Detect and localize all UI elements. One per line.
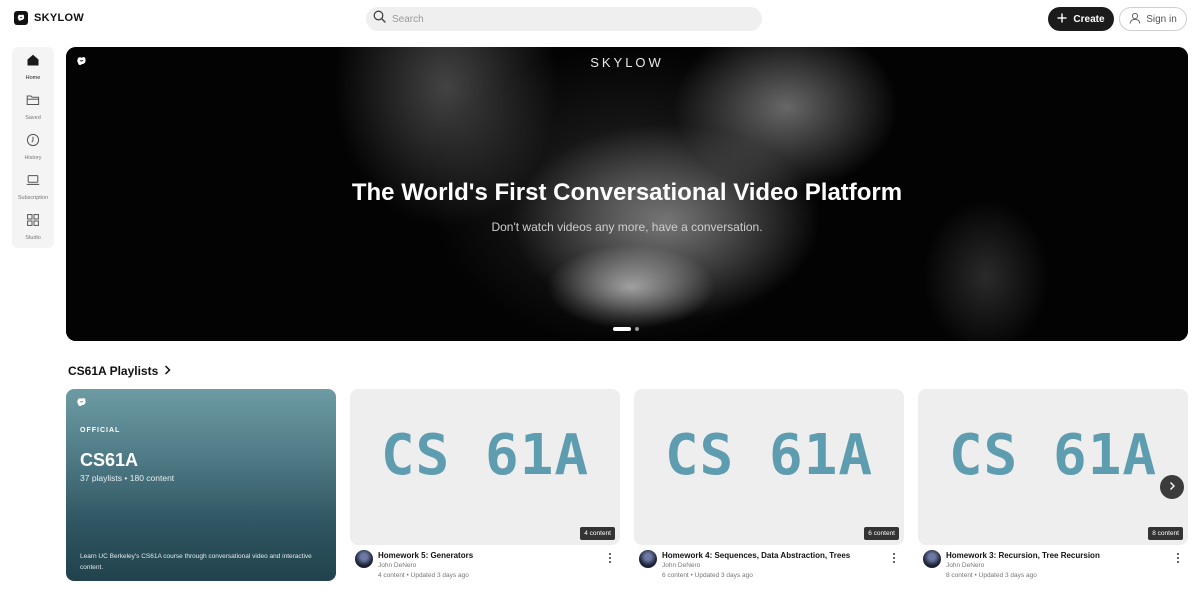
- playlist-author[interactable]: John DeNero: [378, 562, 416, 569]
- featured-title: CS61A: [80, 450, 139, 470]
- carousel-next-button[interactable]: [1160, 475, 1184, 499]
- sidebar-item-label: History: [24, 155, 42, 161]
- more-options-icon[interactable]: [1175, 551, 1181, 563]
- playlist-meta: 8 content • Updated 3 days ago: [946, 572, 1037, 579]
- grid-icon: [26, 213, 40, 232]
- playlist-thumbnail[interactable]: CS 61A 6 content: [634, 389, 904, 545]
- hero-subtitle: Don't watch videos any more, have a conv…: [491, 220, 763, 234]
- official-badge: OFFICIAL: [80, 427, 121, 434]
- playlist-meta: 4 content • Updated 3 days ago: [378, 572, 469, 579]
- plus-icon: [1057, 13, 1067, 26]
- sidebar-item-home[interactable]: Home: [12, 53, 54, 87]
- brand-name: SKYLOW: [34, 12, 85, 24]
- sidebar-item-label: Home: [25, 75, 41, 81]
- content-count-badge: 4 content: [580, 527, 615, 540]
- section-title: CS61A Playlists: [68, 364, 159, 378]
- create-button[interactable]: Create: [1048, 7, 1114, 31]
- more-options-icon[interactable]: [607, 551, 613, 563]
- thumbnail-text: CS 61A: [948, 423, 1158, 488]
- history-icon: [26, 133, 40, 152]
- sidebar-item-label: Saved: [25, 115, 41, 121]
- sidebar-item-studio[interactable]: Studio: [12, 213, 54, 247]
- playlist-author[interactable]: John DeNero: [662, 562, 700, 569]
- thumbnail-text: CS 61A: [664, 423, 874, 488]
- search-input[interactable]: [392, 13, 732, 25]
- playlist-thumbnail[interactable]: CS 61A 8 content: [918, 389, 1188, 545]
- playlist-meta: 6 content • Updated 3 days ago: [662, 572, 753, 579]
- featured-description: Learn UC Berkeley's CS61A course through…: [80, 553, 312, 571]
- content-count-badge: 8 content: [1148, 527, 1183, 540]
- hero-banner[interactable]: SKYLOW The World's First Conversational …: [66, 47, 1188, 341]
- content-count-badge: 6 content: [864, 527, 899, 540]
- carousel-dot-active[interactable]: [613, 327, 631, 331]
- skylow-logo-icon: [75, 396, 88, 414]
- avatar[interactable]: [355, 550, 373, 568]
- sign-in-label: Sign in: [1146, 13, 1177, 25]
- featured-course-card[interactable]: OFFICIAL CS61A 37 playlists • 180 conten…: [66, 389, 336, 581]
- playlist-title[interactable]: Homework 5: Generators: [378, 551, 473, 560]
- sidebar-item-subscription[interactable]: Subscription: [12, 173, 54, 207]
- carousel-dot[interactable]: [635, 327, 639, 331]
- search-icon: [373, 10, 386, 28]
- playlist-card[interactable]: CS 61A 8 content Homework 3: Recursion, …: [918, 389, 1188, 584]
- sidebar: Home Saved History Subscription Studio: [12, 47, 54, 248]
- folder-icon: [26, 93, 40, 112]
- brand-link[interactable]: SKYLOW: [14, 11, 84, 25]
- avatar[interactable]: [639, 550, 657, 568]
- skylow-logo-icon: [14, 11, 28, 25]
- carousel-dots: [613, 327, 639, 331]
- avatar[interactable]: [923, 550, 941, 568]
- featured-stats: 37 playlists • 180 content: [80, 473, 175, 483]
- playlist-thumbnail[interactable]: CS 61A 4 content: [350, 389, 620, 545]
- sidebar-item-history[interactable]: History: [12, 133, 54, 167]
- create-label: Create: [1073, 13, 1105, 25]
- playlist-title[interactable]: Homework 3: Recursion, Tree Recursion: [946, 551, 1100, 560]
- sidebar-item-label: Subscription: [17, 195, 49, 201]
- sign-in-button[interactable]: Sign in: [1119, 7, 1187, 31]
- laptop-icon: [26, 173, 40, 192]
- playlist-card[interactable]: CS 61A 6 content Homework 4: Sequences, …: [634, 389, 904, 584]
- chevron-right-icon: [164, 364, 171, 378]
- hero-title: The World's First Conversational Video P…: [351, 179, 903, 206]
- hero-brand-wordmark: SKYLOW: [590, 55, 664, 70]
- chevron-right-icon: [1169, 478, 1176, 496]
- playlist-author[interactable]: John DeNero: [946, 562, 984, 569]
- search-bar[interactable]: [366, 7, 762, 31]
- section-title-link[interactable]: CS61A Playlists: [68, 364, 171, 378]
- sidebar-item-saved[interactable]: Saved: [12, 93, 54, 127]
- playlist-card[interactable]: CS 61A 4 content Homework 5: Generators …: [350, 389, 620, 584]
- playlist-title[interactable]: Homework 4: Sequences, Data Abstraction,…: [662, 551, 850, 560]
- sidebar-item-label: Studio: [25, 235, 41, 241]
- home-icon: [26, 53, 40, 72]
- user-icon: [1129, 12, 1141, 27]
- top-bar: SKYLOW Create Sign in: [0, 0, 1200, 40]
- thumbnail-text: CS 61A: [380, 423, 590, 488]
- more-options-icon[interactable]: [891, 551, 897, 563]
